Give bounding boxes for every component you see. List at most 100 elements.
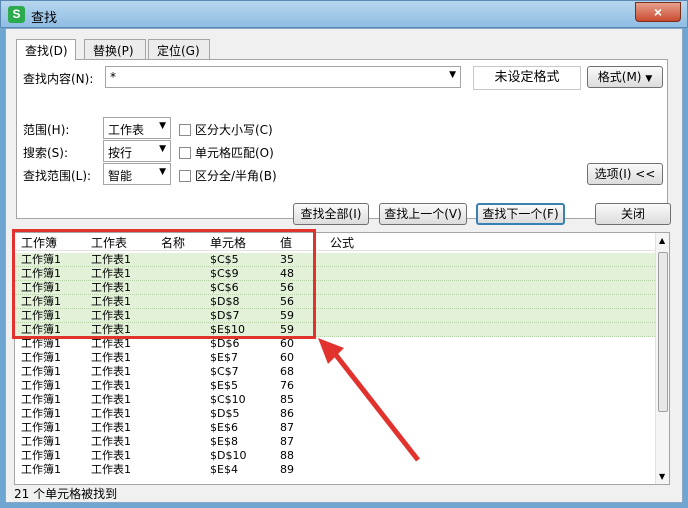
- table-row[interactable]: 工作簿1 工作表1 $D$6 60: [15, 337, 657, 351]
- table-row[interactable]: 工作簿1 工作表1 $E$4 89: [15, 463, 657, 477]
- header-formula[interactable]: 公式: [330, 234, 354, 251]
- find-what-label: 查找内容(N):: [23, 72, 94, 86]
- cell-sheet: 工作表1: [91, 295, 131, 308]
- cell-workbook: 工作簿1: [21, 365, 61, 378]
- table-row[interactable]: 工作簿1 工作表1 $C$10 85: [15, 393, 657, 407]
- header-name[interactable]: 名称: [161, 234, 185, 251]
- match-cell-label: 单元格匹配(O): [195, 146, 274, 160]
- table-row[interactable]: 工作簿1 工作表1 $E$8 87: [15, 435, 657, 449]
- cell-sheet: 工作表1: [91, 267, 131, 280]
- scroll-down-icon[interactable]: ▼: [659, 472, 665, 481]
- cell-sheet: 工作表1: [91, 379, 131, 392]
- cell-workbook: 工作簿1: [21, 463, 61, 476]
- match-cell-checkbox[interactable]: 单元格匹配(O): [179, 144, 274, 161]
- cell-workbook: 工作簿1: [21, 281, 61, 294]
- results-scrollbar[interactable]: ▲ ▼: [655, 233, 669, 484]
- header-cell[interactable]: 单元格: [210, 234, 246, 251]
- cell-workbook: 工作簿1: [21, 379, 61, 392]
- header-sheet[interactable]: 工作表: [91, 234, 127, 251]
- checkbox-icon: [179, 147, 191, 159]
- table-row[interactable]: 工作簿1 工作表1 $D$8 56: [15, 295, 657, 309]
- table-row[interactable]: 工作簿1 工作表1 $E$5 76: [15, 379, 657, 393]
- scrollbar-thumb[interactable]: [658, 252, 668, 412]
- scroll-up-icon[interactable]: ▲: [659, 236, 665, 245]
- cell-sheet: 工作表1: [91, 365, 131, 378]
- cell-sheet: 工作表1: [91, 351, 131, 364]
- cell-sheet: 工作表1: [91, 407, 131, 420]
- cell-value: 35: [280, 253, 294, 266]
- dropdown-arrow-icon[interactable]: ▼: [449, 70, 456, 80]
- cell-address: $E$10: [210, 323, 245, 336]
- search-label: 搜索(S):: [23, 146, 69, 160]
- look-in-label: 查找范围(L):: [23, 169, 92, 183]
- title-bar: S 查找 ×: [0, 0, 688, 28]
- cell-value: 60: [280, 351, 294, 364]
- cell-address: $D$6: [210, 337, 240, 350]
- tab-goto[interactable]: 定位(G): [148, 39, 210, 59]
- cell-workbook: 工作簿1: [21, 267, 61, 280]
- format-button[interactable]: 格式(M) ▼: [587, 66, 663, 88]
- scope-value: 工作表: [108, 123, 145, 137]
- match-width-checkbox[interactable]: 区分全/半角(B): [179, 167, 277, 184]
- cell-sheet: 工作表1: [91, 281, 131, 294]
- dropdown-arrow-icon: ▼: [159, 167, 166, 177]
- table-row[interactable]: 工作簿1 工作表1 $C$5 35: [15, 253, 657, 267]
- cell-sheet: 工作表1: [91, 253, 131, 266]
- window-close-button[interactable]: ×: [635, 2, 681, 22]
- cell-value: 68: [280, 365, 294, 378]
- close-button[interactable]: 关闭: [595, 203, 671, 225]
- cell-workbook: 工作簿1: [21, 421, 61, 434]
- table-row[interactable]: 工作簿1 工作表1 $C$7 68: [15, 365, 657, 379]
- cell-workbook: 工作簿1: [21, 407, 61, 420]
- find-previous-button[interactable]: 查找上一个(V): [379, 203, 467, 225]
- cell-value: 56: [280, 281, 294, 294]
- cell-sheet: 工作表1: [91, 463, 131, 476]
- table-row[interactable]: 工作簿1 工作表1 $E$10 59: [15, 323, 657, 337]
- cell-workbook: 工作簿1: [21, 351, 61, 364]
- scope-select[interactable]: 工作表 ▼: [103, 117, 171, 139]
- cell-workbook: 工作簿1: [21, 323, 61, 336]
- table-row[interactable]: 工作簿1 工作表1 $E$7 60: [15, 351, 657, 365]
- look-in-select[interactable]: 智能 ▼: [103, 163, 171, 185]
- table-row[interactable]: 工作簿1 工作表1 $C$6 56: [15, 281, 657, 295]
- table-row[interactable]: 工作簿1 工作表1 $D$5 86: [15, 407, 657, 421]
- find-what-input[interactable]: * ▼: [105, 66, 461, 88]
- cell-address: $E$4: [210, 463, 238, 476]
- dropdown-arrow-icon: ▼: [159, 144, 166, 154]
- search-order-select[interactable]: 按行 ▼: [103, 140, 171, 162]
- cell-value: 60: [280, 337, 294, 350]
- cell-address: $C$7: [210, 365, 239, 378]
- cell-workbook: 工作簿1: [21, 435, 61, 448]
- cell-sheet: 工作表1: [91, 393, 131, 406]
- cell-value: 86: [280, 407, 294, 420]
- cell-value: 56: [280, 295, 294, 308]
- dropdown-arrow-icon: ▼: [645, 74, 653, 84]
- header-value[interactable]: 值: [280, 234, 292, 251]
- match-case-checkbox[interactable]: 区分大小写(C): [179, 121, 273, 138]
- cell-value: 88: [280, 449, 294, 462]
- cell-address: $C$10: [210, 393, 246, 406]
- cell-address: $C$9: [210, 267, 239, 280]
- cell-address: $C$6: [210, 281, 239, 294]
- options-button[interactable]: 选项(I) <<: [587, 163, 663, 185]
- cell-value: 59: [280, 309, 294, 322]
- cell-sheet: 工作表1: [91, 421, 131, 434]
- table-row[interactable]: 工作簿1 工作表1 $C$9 48: [15, 267, 657, 281]
- find-next-button[interactable]: 查找下一个(F): [476, 203, 565, 225]
- tab-find[interactable]: 查找(D): [16, 39, 76, 60]
- match-case-label: 区分大小写(C): [195, 123, 273, 137]
- cell-address: $E$5: [210, 379, 238, 392]
- results-list[interactable]: 工作簿 工作表 名称 单元格 值 公式 工作簿1 工作表1 $C$5 35 工作簿1 工作…: [14, 232, 670, 485]
- checkbox-icon: [179, 124, 191, 136]
- cell-value: 89: [280, 463, 294, 476]
- table-row[interactable]: 工作簿1 工作表1 $D$10 88: [15, 449, 657, 463]
- header-workbook[interactable]: 工作簿: [21, 234, 57, 251]
- table-row[interactable]: 工作簿1 工作表1 $D$7 59: [15, 309, 657, 323]
- table-row[interactable]: 工作簿1 工作表1 $E$6 87: [15, 421, 657, 435]
- cell-address: $E$8: [210, 435, 238, 448]
- cell-sheet: 工作表1: [91, 435, 131, 448]
- find-all-button[interactable]: 查找全部(I): [293, 203, 369, 225]
- cell-value: 76: [280, 379, 294, 392]
- tab-replace[interactable]: 替换(P): [84, 39, 146, 59]
- cell-address: $D$10: [210, 449, 247, 462]
